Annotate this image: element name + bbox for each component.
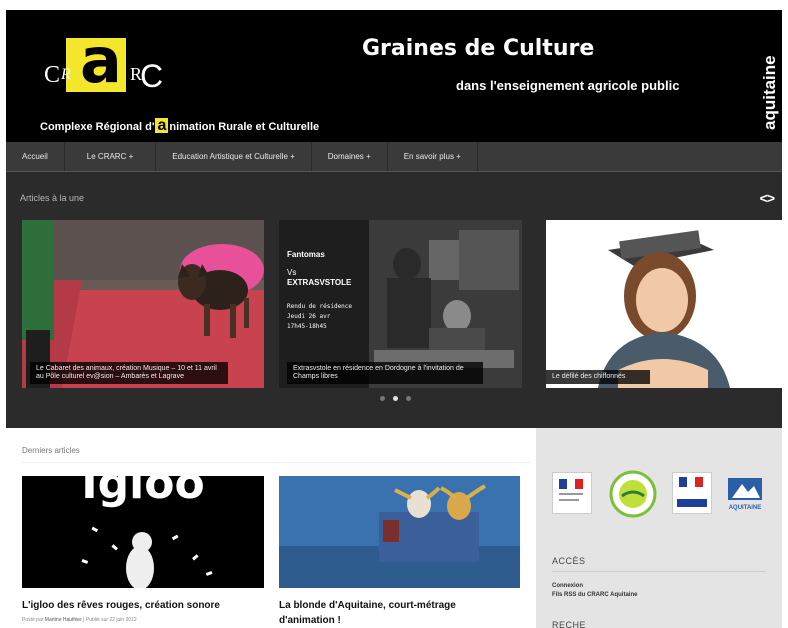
logo-letter-a: a (80, 24, 122, 97)
blonde-artwork (279, 476, 520, 588)
slide-caption[interactable]: Le défilé des chiffonnés (546, 370, 650, 384)
slider-dot[interactable] (406, 396, 411, 401)
igloo-artwork: Igloo (22, 476, 264, 588)
main-navigation: Accueil Le CRARC + Education Artistique … (6, 142, 782, 172)
sidebar: AQUITAINE ACCÈS Connexion Fils RSS du CR… (536, 428, 782, 628)
featured-slide-defile[interactable]: Le défilé des chiffonnés (538, 220, 782, 388)
nav-item-en-savoir-plus[interactable]: En savoir plus + (388, 142, 478, 171)
sidebar-divider (552, 571, 766, 572)
featured-articles: Articles à la une <> Le Cabaret des anim… (6, 172, 782, 428)
french-flag-icon (559, 479, 583, 501)
logo-letter-c-second: C (140, 58, 164, 94)
nav-item-accueil[interactable]: Accueil (6, 142, 65, 171)
partner-logo-enseignement-agricole[interactable] (608, 470, 658, 518)
prefecture-flag-icon (677, 477, 707, 507)
enseignement-agricole-icon (609, 470, 657, 518)
featured-slide-cabaret[interactable]: Le Cabaret des animaux, création Musique… (22, 220, 264, 388)
article-thumbnail-blonde[interactable] (279, 476, 520, 588)
article-thumbnail-igloo[interactable]: Igloo (22, 476, 264, 588)
poster-line-1: Rendu de résidence (287, 303, 353, 310)
partner-logo-ministere[interactable] (552, 472, 592, 514)
site-header: a C R R C Complexe Régional d' a nimation … (6, 10, 782, 142)
org-name-prefix: Complexe Régional d' (40, 121, 155, 133)
featured-slide-extrasvstole[interactable]: Fantomas Vs EXTRASVSTOLE Rendu de réside… (279, 220, 522, 388)
aquitaine-region-logo: aquitaine (760, 55, 779, 130)
logo-letter-r: R (61, 66, 71, 83)
author-link[interactable]: Martine Hauthier (45, 617, 82, 623)
poster-subtitle: EXTRASVSTOLE (287, 278, 352, 287)
article-title[interactable]: L'igloo des rêves rouges, création sonor… (22, 598, 272, 613)
slider-pagination (380, 396, 411, 401)
slider-prev-next-arrows[interactable]: <> (760, 190, 775, 206)
poster-title: Fantomas (287, 250, 325, 259)
latest-articles: Derniers articles Igloo L'igloo des rêve… (6, 428, 536, 628)
slider-dot[interactable] (380, 396, 385, 401)
nav-item-domaines[interactable]: Domaines + (312, 142, 388, 171)
slide-image-girl (538, 220, 782, 388)
logo-letter-c: C (44, 62, 61, 88)
sidebar-heading-acces: ACCÈS (552, 556, 586, 566)
sidebar-link-connexion[interactable]: Connexion (552, 583, 583, 589)
slide-caption[interactable]: Extrasvstole en résidence en Dordogne à … (287, 362, 483, 384)
poster-vs: Vs (287, 268, 297, 277)
partner-logo-prefecture[interactable] (672, 472, 712, 514)
sidebar-heading-recherche: RECHE (552, 620, 587, 628)
tagline-title: Graines de Culture (362, 36, 595, 61)
igloo-thumb-text: Igloo (81, 476, 204, 509)
aquitaine-label: aquitaine (760, 55, 779, 130)
partner-logo-region-aquitaine[interactable]: AQUITAINE (724, 472, 766, 514)
poster-line-3: 17h45-18h45 (287, 323, 327, 330)
nav-item-le-crarc[interactable]: Le CRARC + (65, 142, 157, 171)
article-title[interactable]: La blonde d'Aquitaine, court-métrage d'a… (279, 598, 509, 628)
featured-section-title: Articles à la une (20, 193, 85, 203)
meta-date: | Publié sur 22 juin 2012 (81, 617, 137, 623)
organization-name: Complexe Régional d' a nimation Rurale et … (40, 117, 320, 134)
section-divider (22, 462, 530, 463)
tagline-subtitle: dans l'enseignement agricole public (456, 78, 680, 93)
sidebar-link-rss[interactable]: Fils RSS du CRARC Aquitaine (552, 592, 637, 598)
poster-line-2: Jeudi 26 avr (287, 313, 331, 320)
article-meta: Posté par Martine Hauthier | Publié sur … (22, 617, 137, 623)
org-name-suffix: nimation Rurale et Culturelle (169, 121, 320, 133)
org-name-a: a (155, 117, 169, 134)
latest-section-title: Derniers articles (22, 446, 80, 455)
slide-caption[interactable]: Le Cabaret des animaux, création Musique… (30, 362, 228, 384)
meta-prefix: Posté par (22, 617, 45, 623)
region-aquitaine-icon: AQUITAINE (728, 478, 762, 511)
poster-text-block: Fantomas Vs EXTRASVSTOLE Rendu de réside… (287, 250, 352, 332)
aquitaine-partner-label: AQUITAINE (729, 505, 762, 511)
nav-item-education-artistique[interactable]: Education Artistique et Culturelle + (156, 142, 312, 171)
slider-dot[interactable] (393, 396, 398, 401)
